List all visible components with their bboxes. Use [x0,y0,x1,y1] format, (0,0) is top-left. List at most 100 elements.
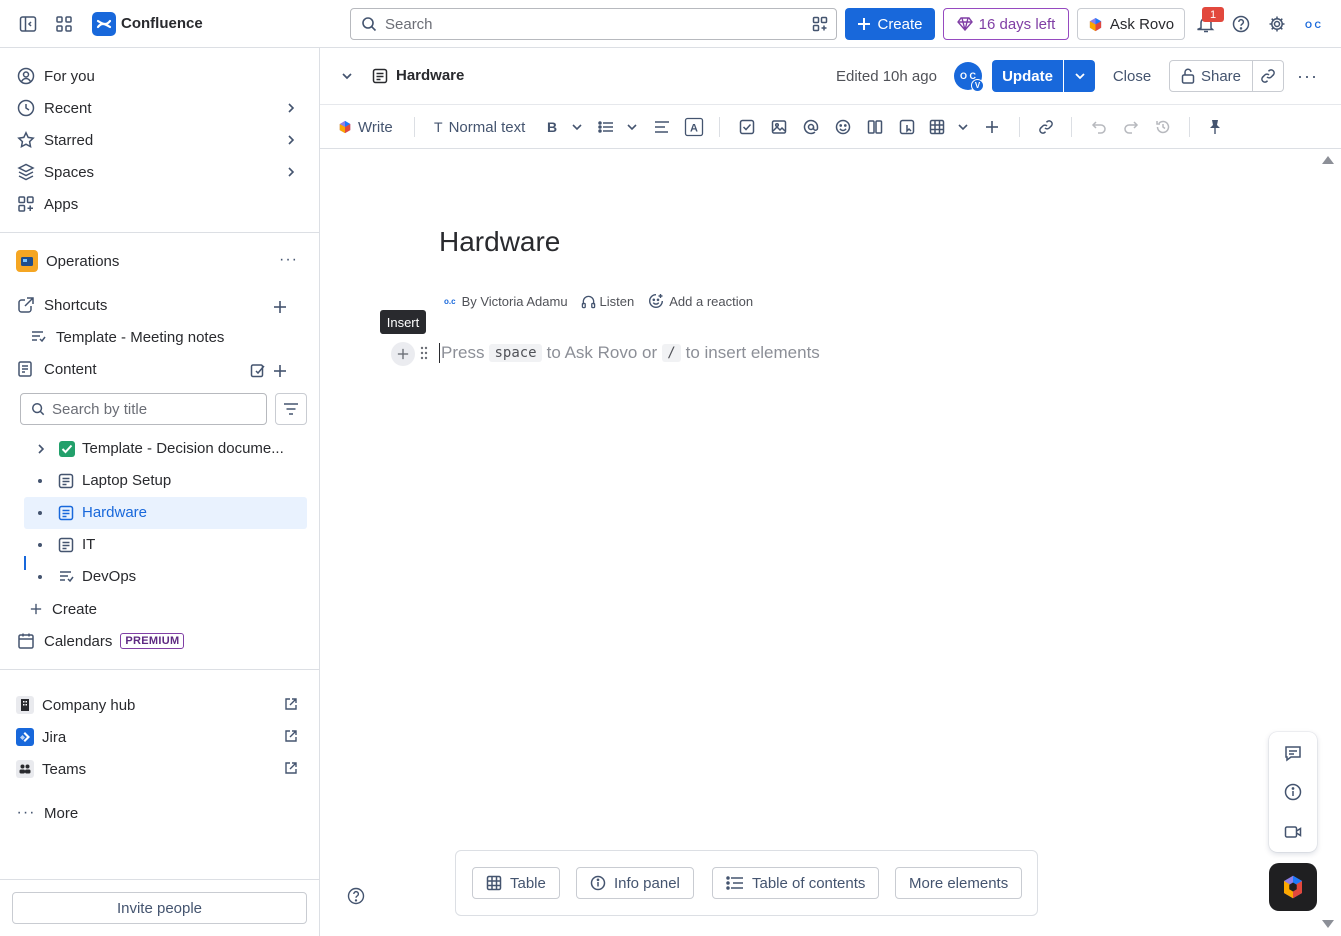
chevron-right-icon[interactable] [284,165,298,179]
image-icon[interactable] [771,117,787,137]
pin-toolbar-icon[interactable] [1208,117,1222,137]
author-avatar: o.c [444,296,456,306]
sidebar-toggle-icon[interactable] [19,15,37,33]
edited-timestamp[interactable]: Edited 10h ago [836,68,937,85]
write-mode-button[interactable]: Write [338,117,393,137]
editor-placeholder[interactable]: Press space to Ask Rovo or / to insert e… [439,343,820,363]
list-chevron-icon[interactable] [626,117,638,137]
redo-icon[interactable] [1123,117,1139,137]
table-icon[interactable] [929,117,945,137]
more-actions-icon[interactable]: ··· [1297,66,1318,87]
align-icon[interactable] [654,117,670,137]
sidebar-item-label: More [44,804,79,822]
text-color-icon[interactable]: A [684,117,704,137]
table-chevron-icon[interactable] [957,117,969,137]
more-formatting-chevron-icon[interactable] [571,117,583,137]
chevron-right-icon[interactable] [34,442,48,456]
add-reaction-button[interactable]: Add a reaction [648,293,753,309]
sidebar-link-teams[interactable]: Teams [16,753,308,785]
document-title[interactable]: Hardware [439,226,560,258]
write-label: Write [358,118,393,136]
add-content-icon[interactable] [270,361,290,381]
chevron-right-icon[interactable] [284,101,298,115]
bullet-list-icon[interactable] [598,117,614,137]
sidebar-item-starred[interactable]: Starred [16,124,308,156]
link-icon[interactable] [1038,117,1054,137]
create-button[interactable]: Create [845,8,935,40]
details-info-icon[interactable] [1284,783,1302,801]
app-name[interactable]: Confluence [121,15,203,32]
tree-item-devops[interactable]: DevOps [24,561,307,593]
chevron-right-icon[interactable] [284,133,298,147]
sidebar-item-recent[interactable]: Recent [16,92,308,124]
sidebar-item-more[interactable]: ··· More [16,797,308,829]
live-doc-icon [58,569,76,585]
history-icon[interactable] [1155,117,1171,137]
comments-icon[interactable] [1284,744,1302,762]
breadcrumb-page-title[interactable]: Hardware [396,67,464,84]
undo-icon[interactable] [1091,117,1107,137]
filter-button[interactable] [275,393,307,425]
bold-button[interactable]: B [545,117,559,137]
insert-element-button[interactable] [391,342,415,366]
insert-info-panel-button[interactable]: Info panel [576,867,694,899]
confluence-logo-icon[interactable] [92,12,116,36]
global-search[interactable]: Search [350,8,837,40]
text-style-dropdown[interactable]: T Normal text [434,117,525,137]
smart-link-icon[interactable] [899,117,915,137]
chevron-down-icon[interactable] [340,69,354,83]
sidebar-item-shortcuts[interactable]: Shortcuts [16,289,308,321]
rovo-chat-button[interactable] [1269,863,1317,911]
author-label[interactable]: By Victoria Adamu [462,294,568,309]
search-by-title-input[interactable]: Search by title [20,393,267,425]
edit-icon[interactable] [248,360,268,380]
app-switcher-icon[interactable] [55,15,73,33]
tree-item-laptop-setup[interactable]: Laptop Setup [24,465,307,497]
update-options-button[interactable] [1064,60,1095,92]
space-operations[interactable]: Operations ··· [16,245,308,277]
scroll-up-arrow-icon[interactable] [1321,155,1335,165]
close-button[interactable]: Close [1104,60,1160,92]
sidebar-item-content[interactable]: Content [16,353,308,385]
update-button[interactable]: Update [992,60,1063,92]
sidebar-link-company-hub[interactable]: Company hub [16,689,308,721]
settings-gear-icon[interactable] [1268,15,1286,33]
shortcut-template-meeting-notes[interactable]: Template - Meeting notes [28,321,308,353]
drag-handle-icon[interactable] [420,346,428,360]
trial-button[interactable]: 16 days left [943,8,1069,40]
help-icon[interactable] [1232,15,1250,33]
insert-plus-icon[interactable] [985,117,999,137]
help-icon[interactable] [347,887,365,905]
create-page-button[interactable]: Create [28,593,308,625]
share-button[interactable]: Share [1169,60,1253,92]
more-elements-button[interactable]: More elements [895,867,1023,899]
search-filter-icon[interactable] [812,16,828,32]
sidebar-item-spaces[interactable]: Spaces [16,156,308,188]
add-shortcut-icon[interactable] [270,297,290,317]
tree-item-template-decision[interactable]: Template - Decision docume... [24,433,307,465]
sidebar-item-calendars[interactable]: Calendars PREMIUM [16,625,308,657]
sidebar-item-apps[interactable]: Apps [16,188,308,220]
user-avatar[interactable]: O C [1301,13,1325,37]
invite-people-button[interactable]: Invite people [12,892,307,924]
tree-item-hardware[interactable]: Hardware [24,497,307,529]
copy-link-button[interactable] [1253,60,1284,92]
sidebar-item-for-you[interactable]: For you [16,60,308,92]
tree-item-it[interactable]: IT [24,529,307,561]
insert-toc-button[interactable]: Table of contents [712,867,880,899]
emoji-icon[interactable] [835,117,851,137]
layout-columns-icon[interactable] [867,117,883,137]
listen-button[interactable]: Listen [581,294,634,309]
space-more-icon[interactable]: ··· [279,251,298,269]
ask-rovo-button[interactable]: Ask Rovo [1077,8,1185,40]
video-icon[interactable] [1284,823,1302,841]
mention-icon[interactable] [803,117,819,137]
page-icon [58,537,74,553]
tree-item-label: DevOps [82,568,137,585]
scroll-down-arrow-icon[interactable] [1321,919,1335,929]
action-item-icon[interactable] [739,117,755,137]
sidebar-link-jira[interactable]: Jira [16,721,308,753]
insert-table-button[interactable]: Table [472,867,560,899]
share-label: Share [1200,67,1242,85]
bullet [38,511,42,515]
